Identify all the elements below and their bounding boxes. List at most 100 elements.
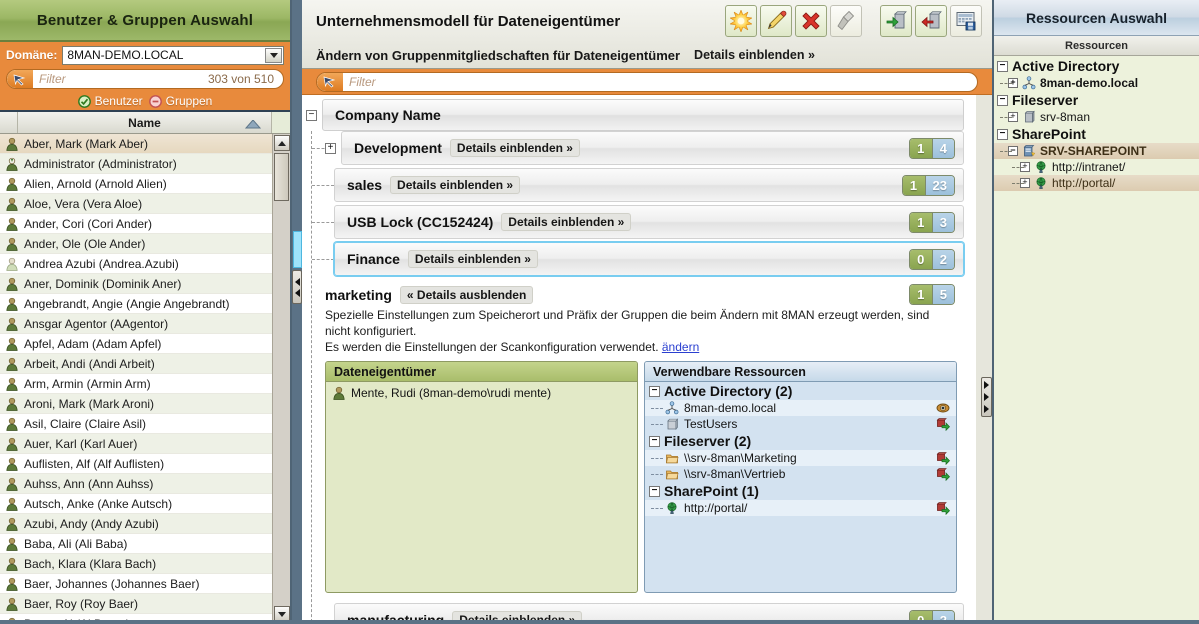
- resource-item[interactable]: \\srv-8man\Marketing: [645, 450, 956, 466]
- resource-tree-category[interactable]: − Active Directory: [994, 57, 1199, 75]
- collapse-resource-group-icon[interactable]: −: [649, 385, 660, 397]
- edit-pencil-icon[interactable]: [760, 5, 792, 37]
- resource-tree-category[interactable]: − Fileserver: [994, 91, 1199, 109]
- resource-tree-label: Fileserver: [1012, 92, 1079, 108]
- user-list-item[interactable]: Azubi, Andy (Andy Azubi): [0, 514, 272, 534]
- resource-tree-category[interactable]: − SharePoint: [994, 125, 1199, 143]
- collapse-node-icon[interactable]: −: [997, 60, 1008, 72]
- toggle-users-option[interactable]: Benutzer: [77, 94, 143, 108]
- group-details-link[interactable]: Details einblenden »: [407, 250, 538, 268]
- user-list-item[interactable]: Administrator (Administrator): [0, 154, 272, 174]
- user-list-item[interactable]: Baer, Johannes (Johannes Baer): [0, 574, 272, 594]
- group-row[interactable]: Development Details einblenden » 1 4: [341, 131, 964, 165]
- user-list-item[interactable]: Auer, Karl (Karl Auer): [0, 434, 272, 454]
- export-server-icon[interactable]: [915, 5, 947, 37]
- resource-tree-item[interactable]: − SRV-SHAREPOINT: [994, 143, 1199, 159]
- scroll-thumb[interactable]: [274, 153, 289, 201]
- user-list-item-label: Auhss, Ann (Ann Auhss): [24, 476, 154, 491]
- resource-tree[interactable]: − Active Directory +8man-demo.local − Filese…: [994, 56, 1199, 624]
- subtitle-details-link[interactable]: Details einblenden »: [694, 48, 815, 62]
- user-list-item[interactable]: Ander, Ole (Ole Ander): [0, 234, 272, 254]
- left-splitter[interactable]: [292, 0, 302, 624]
- user-list-item[interactable]: Aloe, Vera (Vera Aloe): [0, 194, 272, 214]
- company-row[interactable]: Company Name: [322, 99, 964, 131]
- resource-group-header[interactable]: − Active Directory (2): [645, 382, 956, 400]
- resource-item-label: \\srv-8man\Vertrieb: [684, 467, 786, 481]
- user-filter-search[interactable]: Filter 303 von 510: [6, 69, 284, 89]
- group-details-collapse-link[interactable]: « Details ausblenden: [399, 285, 534, 304]
- resource-item-label: http://portal/: [684, 501, 748, 515]
- add-resource-icon: [936, 452, 950, 465]
- collapse-node-icon[interactable]: −: [997, 128, 1008, 140]
- group-row[interactable]: Finance Details einblenden » 0 2: [334, 242, 964, 276]
- user-list-item[interactable]: Andrea Azubi (Andrea.Azubi): [0, 254, 272, 274]
- user-list-scrollbar[interactable]: [272, 134, 290, 624]
- resource-count: 3: [931, 212, 954, 232]
- users-groups-toggle: Benutzer Gruppen: [0, 92, 290, 112]
- chevron-down-icon[interactable]: [265, 47, 282, 63]
- user-list-item[interactable]: Baer, Roy (Roy Baer): [0, 594, 272, 614]
- chevron-left-icon: [294, 288, 300, 297]
- user-list-item[interactable]: Auflisten, Alf (Alf Auflisten): [0, 454, 272, 474]
- center-filter-search[interactable]: Filter: [316, 71, 978, 92]
- user-list-item[interactable]: Asil, Claire (Claire Asil): [0, 414, 272, 434]
- user-list-item[interactable]: Ansgar Agentor (AAgentor): [0, 314, 272, 334]
- center-scrollbar[interactable]: [976, 95, 992, 624]
- resource-item[interactable]: http://portal/: [645, 500, 956, 516]
- resource-tree-item[interactable]: + http://portal/: [994, 175, 1199, 191]
- user-list-item[interactable]: Arbeit, Andi (Andi Arbeit): [0, 354, 272, 374]
- save-report-icon[interactable]: [950, 5, 982, 37]
- resource-item[interactable]: \\srv-8man\Vertrieb: [645, 466, 956, 482]
- delete-x-icon[interactable]: [795, 5, 827, 37]
- toggle-groups-option[interactable]: Gruppen: [148, 94, 212, 108]
- user-list-item[interactable]: Aber, Mark (Mark Aber): [0, 134, 272, 154]
- collapse-resource-group-icon[interactable]: −: [649, 485, 660, 497]
- owner-count: 1: [909, 138, 932, 158]
- collapse-left-panel-handle[interactable]: [292, 270, 302, 304]
- group-details-link[interactable]: Details einblenden »: [449, 139, 580, 157]
- group-row[interactable]: sales Details einblenden » 1 23: [334, 168, 964, 202]
- resource-item[interactable]: 8man-demo.local: [645, 400, 956, 416]
- user-list-item[interactable]: Alien, Arnold (Arnold Alien): [0, 174, 272, 194]
- resource-tree-item[interactable]: + http://intranet/: [994, 159, 1199, 175]
- config-note-line1: Spezielle Einstellungen zum Speicherort …: [325, 308, 930, 338]
- expand-group-icon[interactable]: +: [325, 142, 336, 154]
- group-details-link[interactable]: Details einblenden »: [390, 176, 521, 194]
- user-list-item[interactable]: Ander, Cori (Cori Ander): [0, 214, 272, 234]
- domain-combobox[interactable]: 8MAN-DEMO.LOCAL: [62, 45, 284, 65]
- usable-resources-list[interactable]: − Active Directory (2) 8man-demo.local Test…: [645, 382, 956, 592]
- user-icon: [6, 277, 18, 291]
- collapse-node-icon[interactable]: −: [997, 94, 1008, 106]
- collapse-root-icon[interactable]: −: [306, 109, 317, 121]
- import-server-icon[interactable]: [880, 5, 912, 37]
- user-list-item[interactable]: Angebrandt, Angie (Angie Angebrandt): [0, 294, 272, 314]
- resource-tree-item[interactable]: +8man-demo.local: [994, 75, 1199, 91]
- resource-tree-item[interactable]: + srv-8man: [994, 109, 1199, 125]
- resource-group-header[interactable]: − Fileserver (2): [645, 432, 956, 450]
- data-owner-item[interactable]: Mente, Rudi (8man-demo\rudi mente): [326, 385, 637, 401]
- new-icon[interactable]: [725, 5, 757, 37]
- collapse-resource-group-icon[interactable]: −: [649, 435, 660, 447]
- root-node: − Company Name: [306, 99, 964, 131]
- user-list-item[interactable]: Apfel, Adam (Adam Apfel): [0, 334, 272, 354]
- resource-selection-panel: Ressourcen Auswahl Ressourcen − Active Di…: [992, 0, 1199, 624]
- data-owners-list[interactable]: Mente, Rudi (8man-demo\rudi mente): [326, 382, 637, 592]
- group-row[interactable]: USB Lock (CC152424) Details einblenden » 1…: [334, 205, 964, 239]
- tree-connector: [651, 457, 663, 459]
- user-list-item[interactable]: Auhss, Ann (Ann Auhss): [0, 474, 272, 494]
- resource-item[interactable]: TestUsers: [645, 416, 956, 432]
- broom-clear-icon[interactable]: [830, 5, 862, 37]
- user-list-item[interactable]: Aner, Dominik (Dominik Aner): [0, 274, 272, 294]
- collapse-right-panel-handle[interactable]: [981, 377, 992, 417]
- user-list-item[interactable]: Baba, Ali (Ali Baba): [0, 534, 272, 554]
- resource-group-header[interactable]: − SharePoint (1): [645, 482, 956, 500]
- group-details-link[interactable]: Details einblenden »: [501, 213, 632, 231]
- user-list-item[interactable]: Aroni, Mark (Mark Aroni): [0, 394, 272, 414]
- scroll-up-button[interactable]: [274, 135, 290, 151]
- column-name-header[interactable]: Name: [18, 112, 272, 133]
- user-list-item[interactable]: Autsch, Anke (Anke Autsch): [0, 494, 272, 514]
- user-list[interactable]: Aber, Mark (Mark Aber) Administrator (Adm…: [0, 134, 290, 624]
- config-change-link[interactable]: ändern: [662, 340, 699, 354]
- user-list-item[interactable]: Arm, Armin (Armin Arm): [0, 374, 272, 394]
- user-list-item[interactable]: Bach, Klara (Klara Bach): [0, 554, 272, 574]
